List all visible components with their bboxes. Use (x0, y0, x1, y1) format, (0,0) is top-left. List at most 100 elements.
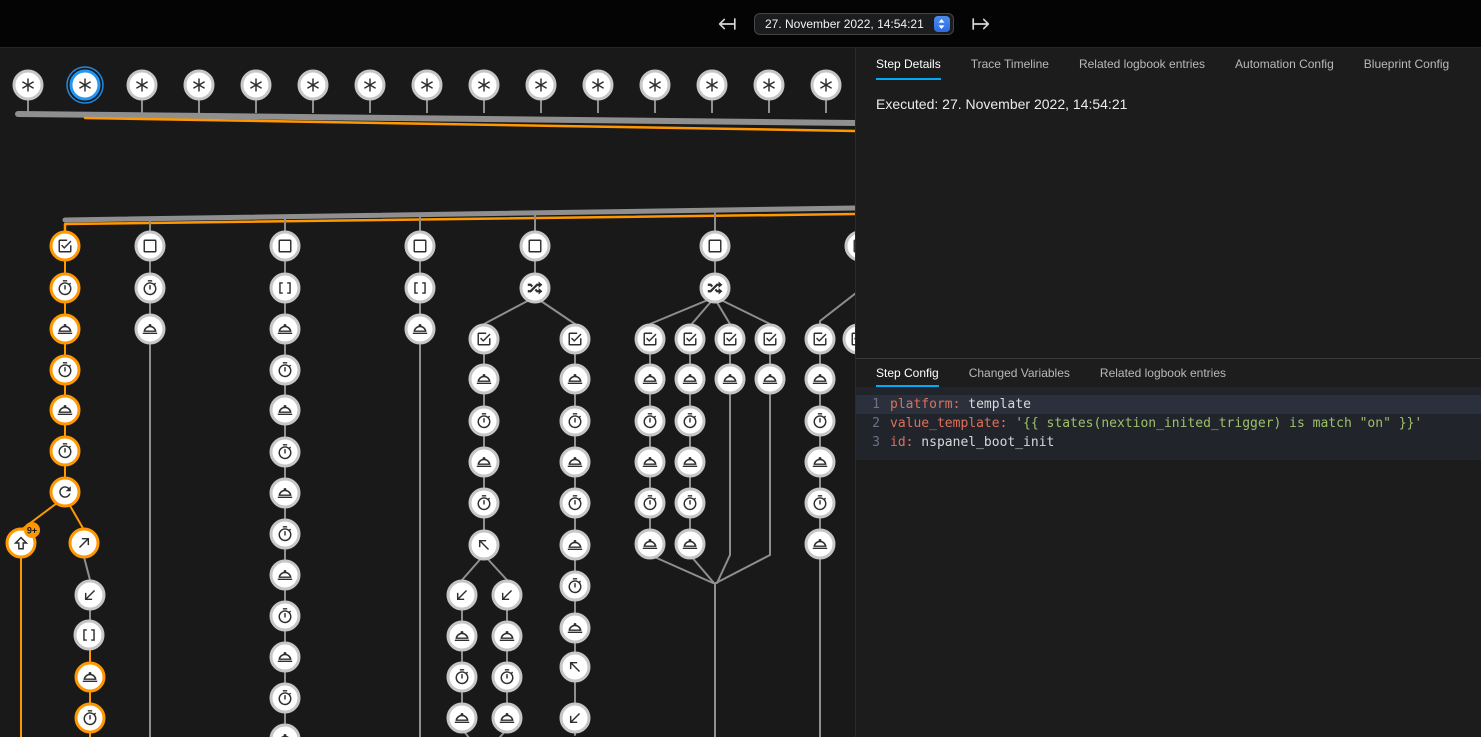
graph-node-condition-box[interactable] (846, 232, 855, 260)
graph-node-delay-timer[interactable] (676, 407, 704, 435)
graph-node-condition-checked[interactable] (806, 325, 834, 353)
graph-node-arrow-top-right[interactable] (70, 529, 98, 557)
tab-automation-config[interactable]: Automation Config (1235, 48, 1334, 80)
tab-step-details[interactable]: Step Details (876, 48, 941, 80)
graph-node-trigger-asterisk[interactable] (584, 71, 612, 99)
previous-run-button[interactable] (714, 11, 740, 37)
graph-node-condition-checked[interactable] (51, 232, 79, 260)
graph-node-delay-timer[interactable] (51, 437, 79, 465)
graph-node-service-call[interactable] (51, 396, 79, 424)
graph-node-trigger-asterisk[interactable] (299, 71, 327, 99)
graph-node-delay-timer[interactable] (636, 489, 664, 517)
graph-node-service-call[interactable] (676, 448, 704, 476)
graph-node-condition-checked[interactable] (756, 325, 784, 353)
graph-node-delay-timer[interactable] (561, 572, 589, 600)
graph-node-service-call[interactable] (493, 704, 521, 732)
graph-node-arrow-bottom-left[interactable] (448, 581, 476, 609)
graph-node-repeat[interactable] (51, 478, 79, 506)
graph-node-condition-checked[interactable] (844, 325, 855, 353)
graph-node-trigger-asterisk[interactable] (641, 71, 669, 99)
graph-node-brackets[interactable] (271, 274, 299, 302)
graph-node-delay-timer[interactable] (806, 407, 834, 435)
graph-node-delay-timer[interactable] (271, 438, 299, 466)
graph-node-service-call[interactable] (756, 365, 784, 393)
code-line-1[interactable]: 1platform: template (856, 395, 1481, 414)
graph-node-condition-checked[interactable] (676, 325, 704, 353)
graph-node-arrow-top-left[interactable] (561, 653, 589, 681)
graph-node-delay-timer[interactable] (51, 356, 79, 384)
graph-node-service-call[interactable] (406, 315, 434, 343)
graph-node-arrow-top-left[interactable] (470, 531, 498, 559)
graph-node-service-call[interactable] (561, 531, 589, 559)
graph-node-delay-timer[interactable] (271, 520, 299, 548)
graph-node-service-call[interactable] (136, 315, 164, 343)
graph-node-service-call[interactable] (271, 725, 299, 737)
tab-step-config[interactable]: Step Config (876, 359, 939, 387)
code-line-2[interactable]: 2value_template: '{{ states(nextion_init… (856, 414, 1481, 433)
graph-node-trigger-asterisk[interactable] (128, 71, 156, 99)
graph-node-choose[interactable] (701, 274, 729, 302)
tab-trace-timeline[interactable]: Trace Timeline (971, 48, 1049, 80)
graph-node-delay-timer[interactable] (136, 274, 164, 302)
graph-node-service-call[interactable] (271, 643, 299, 671)
graph-node-condition-checked[interactable] (561, 325, 589, 353)
graph-node-trigger-asterisk[interactable] (242, 71, 270, 99)
tab-changed-variables[interactable]: Changed Variables (969, 359, 1070, 387)
code-line-3[interactable]: 3id: nspanel_boot_init (856, 433, 1481, 452)
graph-node-condition-box[interactable] (521, 232, 549, 260)
graph-node-service-call[interactable] (806, 530, 834, 558)
next-run-button[interactable] (968, 11, 994, 37)
graph-node-service-call[interactable] (561, 448, 589, 476)
graph-node-service-call[interactable] (470, 365, 498, 393)
graph-node-arrow-bottom-left[interactable] (561, 704, 589, 732)
tab-related-logbook-entries[interactable]: Related logbook entries (1079, 48, 1205, 80)
graph-node-condition-box[interactable] (271, 232, 299, 260)
graph-node-service-call[interactable] (271, 315, 299, 343)
graph-node-service-call[interactable] (806, 365, 834, 393)
graph-node-condition-checked[interactable] (716, 325, 744, 353)
graph-node-brackets[interactable] (406, 274, 434, 302)
graph-node-service-call[interactable] (636, 365, 664, 393)
graph-node-service-call[interactable] (561, 614, 589, 642)
graph-node-service-call[interactable] (636, 530, 664, 558)
graph-node-delay-timer[interactable] (76, 704, 104, 732)
graph-node-condition-checked[interactable] (470, 325, 498, 353)
graph-node-delay-timer[interactable] (448, 663, 476, 691)
graph-node-delay-timer[interactable] (470, 489, 498, 517)
graph-node-delay-timer[interactable] (806, 489, 834, 517)
graph-node-service-call[interactable] (561, 365, 589, 393)
graph-node-trigger-asterisk[interactable] (812, 71, 840, 99)
graph-node-choose[interactable] (521, 274, 549, 302)
graph-node-delay-timer[interactable] (51, 274, 79, 302)
graph-node-brackets[interactable] (75, 621, 103, 649)
graph-node-service-call[interactable] (76, 663, 104, 691)
graph-node-trigger-asterisk[interactable] (413, 71, 441, 99)
graph-node-service-call[interactable] (806, 448, 834, 476)
tab-related-logbook-entries[interactable]: Related logbook entries (1100, 359, 1226, 387)
graph-node-trigger-asterisk[interactable] (527, 71, 555, 99)
run-select[interactable]: 27. November 2022, 14:54:21 (754, 13, 954, 35)
graph-node-service-call[interactable] (271, 396, 299, 424)
graph-node-condition-box[interactable] (406, 232, 434, 260)
graph-node-service-call[interactable] (448, 622, 476, 650)
graph-node-delay-timer[interactable] (470, 407, 498, 435)
graph-node-delay-timer[interactable] (271, 684, 299, 712)
graph-node-service-call[interactable] (470, 448, 498, 476)
graph-node-delay-timer[interactable] (561, 489, 589, 517)
graph-node-condition-box[interactable] (701, 232, 729, 260)
graph-node-delay-timer[interactable] (676, 489, 704, 517)
graph-node-service-call[interactable] (676, 365, 704, 393)
graph-node-delay-timer[interactable] (271, 602, 299, 630)
graph-node-arrow-bottom-left[interactable] (76, 581, 104, 609)
tab-blueprint-config[interactable]: Blueprint Config (1364, 48, 1449, 80)
graph-node-service-call[interactable] (676, 530, 704, 558)
graph-node-service-call[interactable] (51, 315, 79, 343)
graph-node-service-call[interactable] (493, 622, 521, 650)
graph-node-service-call[interactable] (271, 561, 299, 589)
graph-node-trigger-asterisk[interactable] (67, 67, 103, 103)
graph-node-delay-timer[interactable] (636, 407, 664, 435)
graph-node-trigger-asterisk[interactable] (356, 71, 384, 99)
graph-node-delay-timer[interactable] (561, 407, 589, 435)
graph-node-condition-box[interactable] (136, 232, 164, 260)
graph-node-trigger-asterisk[interactable] (755, 71, 783, 99)
